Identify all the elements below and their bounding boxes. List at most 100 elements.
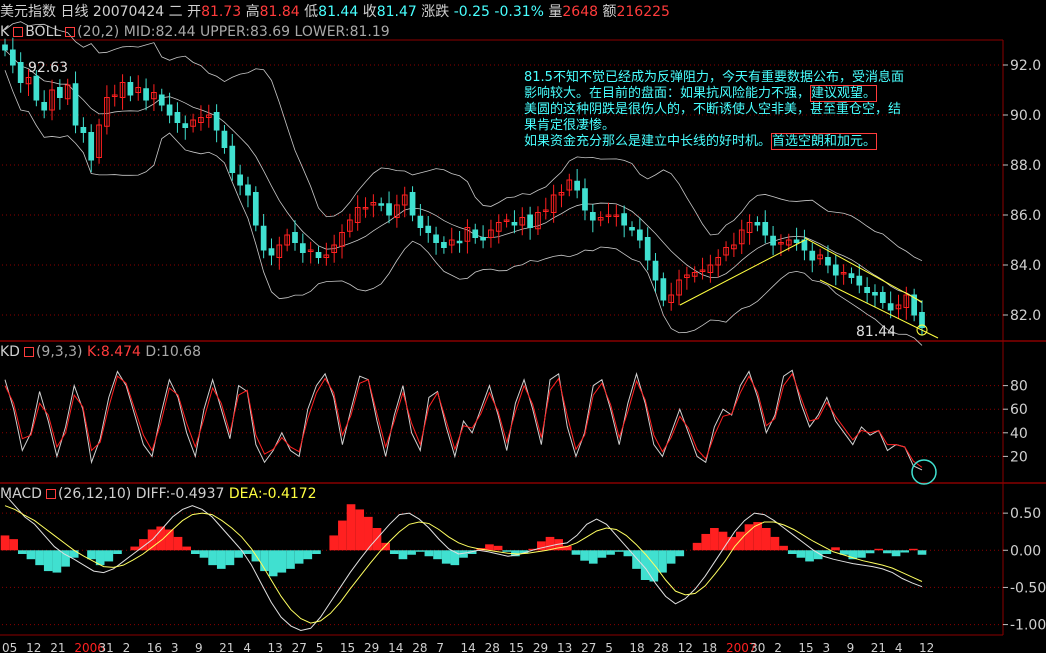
macd-histogram-bar [493,545,503,551]
candlestick [511,222,518,226]
candlestick [41,102,48,111]
candlestick [143,88,149,101]
x-axis-label: 15 [798,641,813,653]
macd-histogram-bar [666,550,676,564]
macd-histogram-bar [389,550,399,554]
candlestick [315,252,322,258]
macd-panel-title[interactable]: MACD (26,12,10) DIFF:-0.4937 DEA:-0.4172 [0,486,1046,502]
x-axis-label: 29 [364,641,379,653]
x-axis-label: 27 [581,641,596,653]
candlestick [589,212,596,221]
macd-histogram-bar [346,504,356,551]
macd-histogram-bar [415,550,425,552]
macd-tick-label: -1.00 [1010,618,1046,634]
macd-tick-label: 0.50 [1010,506,1041,522]
macd-histogram-bar [329,535,339,551]
x-axis-label: 30 [750,641,765,653]
macd-menu-icon[interactable] [45,489,56,499]
macd-histogram-bar [727,536,737,551]
annotation-highlight-1: 建议观望。 [810,85,878,102]
macd-params: (26,12,10) [57,486,132,502]
x-axis-label: 12 [26,641,41,653]
candlestick [825,257,831,266]
candlestick [582,188,588,211]
candlestick [409,192,416,216]
candlestick [629,227,635,231]
macd-histogram-bar [779,545,788,551]
candlestick [621,213,628,226]
macd-tick-label: 0.00 [1010,543,1041,559]
x-axis-label: 27 [292,641,307,653]
panel-menu-icon[interactable] [13,27,24,37]
macd-histogram-bar [632,550,641,569]
kd-panel-title[interactable]: KD (9,3,3) K:8.474 D:10.68 [0,344,1046,360]
macd-histogram-bar [234,550,243,558]
x-axis-label: 2 [774,641,782,653]
candlestick [762,222,769,236]
macd-dea-line [4,505,923,624]
macd-tick-label: -0.50 [1010,580,1046,596]
kd-indicator-name: KD [0,344,20,360]
macd-indicator-name: MACD [0,486,42,502]
macd-histogram-bar [675,550,685,557]
boll-panel-k: K [0,24,10,40]
candlestick [425,225,432,233]
boll-tick-label: 90.0 [1010,108,1041,124]
kd-menu-icon[interactable] [23,347,34,357]
candlestick [378,203,385,206]
x-axis-label: 4 [243,641,251,653]
x-axis-label: 5 [605,641,613,653]
macd-histogram-bar [874,548,884,551]
macd-histogram-bar [104,550,114,562]
candlestick [793,239,800,243]
macd-histogram-bar [398,550,408,560]
candlestick [636,229,643,241]
candlestick [72,83,79,126]
indicator-menu-icon[interactable] [65,27,76,37]
kd-oversold-circle [911,459,937,485]
candlestick [456,240,463,244]
macd-histogram-bar [796,550,806,558]
macd-histogram-bar [736,531,745,551]
x-axis-label: 3 [171,641,179,653]
candlestick [57,87,63,98]
x-axis-label: 28 [654,641,669,653]
x-axis-label: 2 [123,641,131,653]
macd-histogram-bar [43,550,53,572]
boll-mid-label: MID: [123,24,156,40]
x-axis-label: 7 [436,641,444,653]
x-axis-label: 18 [702,641,717,653]
candlestick [652,260,659,281]
kd-d-value: 10.68 [160,344,202,360]
macd-histogram-bar [614,550,624,552]
macd-histogram-bar [173,536,183,551]
macd-diff-value: -0.4937 [170,486,225,502]
low-price-marker: 81.44 [856,324,897,340]
candlestick [245,184,251,196]
candlestick [754,222,761,226]
candlestick [472,229,479,238]
macd-histogram-bar [701,533,711,551]
annotation-line-1: 81.5不知不觉已经成为反弹阻力，今天有重要数据公布，受消息面影响较大。在目前的… [524,70,904,102]
kd-d-label: D: [145,344,161,360]
macd-histogram-bar [0,535,10,551]
candlestick [158,94,165,106]
candlestick [299,243,306,253]
boll-panel-title[interactable]: K BOLL (20,2) MID:82.44 UPPER:83.69 LOWER:… [0,24,1046,40]
macd-histogram-bar [597,550,607,558]
candlestick [221,130,228,148]
candlestick [644,237,651,261]
x-axis-label: 4 [895,641,903,653]
macd-histogram-bar [571,550,581,555]
candlestick [856,275,863,286]
boll-upper-label: UPPER: [200,24,250,40]
macd-histogram-bar [865,550,875,554]
macd-histogram-bar [9,539,18,551]
macd-diff-line [4,494,923,632]
kd-tick-label: 60 [1010,402,1028,418]
macd-histogram-bar [17,550,27,554]
candlestick [386,203,392,216]
kd-k-label: K: [86,344,101,360]
macd-diff-label: DIFF: [135,486,171,502]
x-axis-label: 15 [340,641,355,653]
